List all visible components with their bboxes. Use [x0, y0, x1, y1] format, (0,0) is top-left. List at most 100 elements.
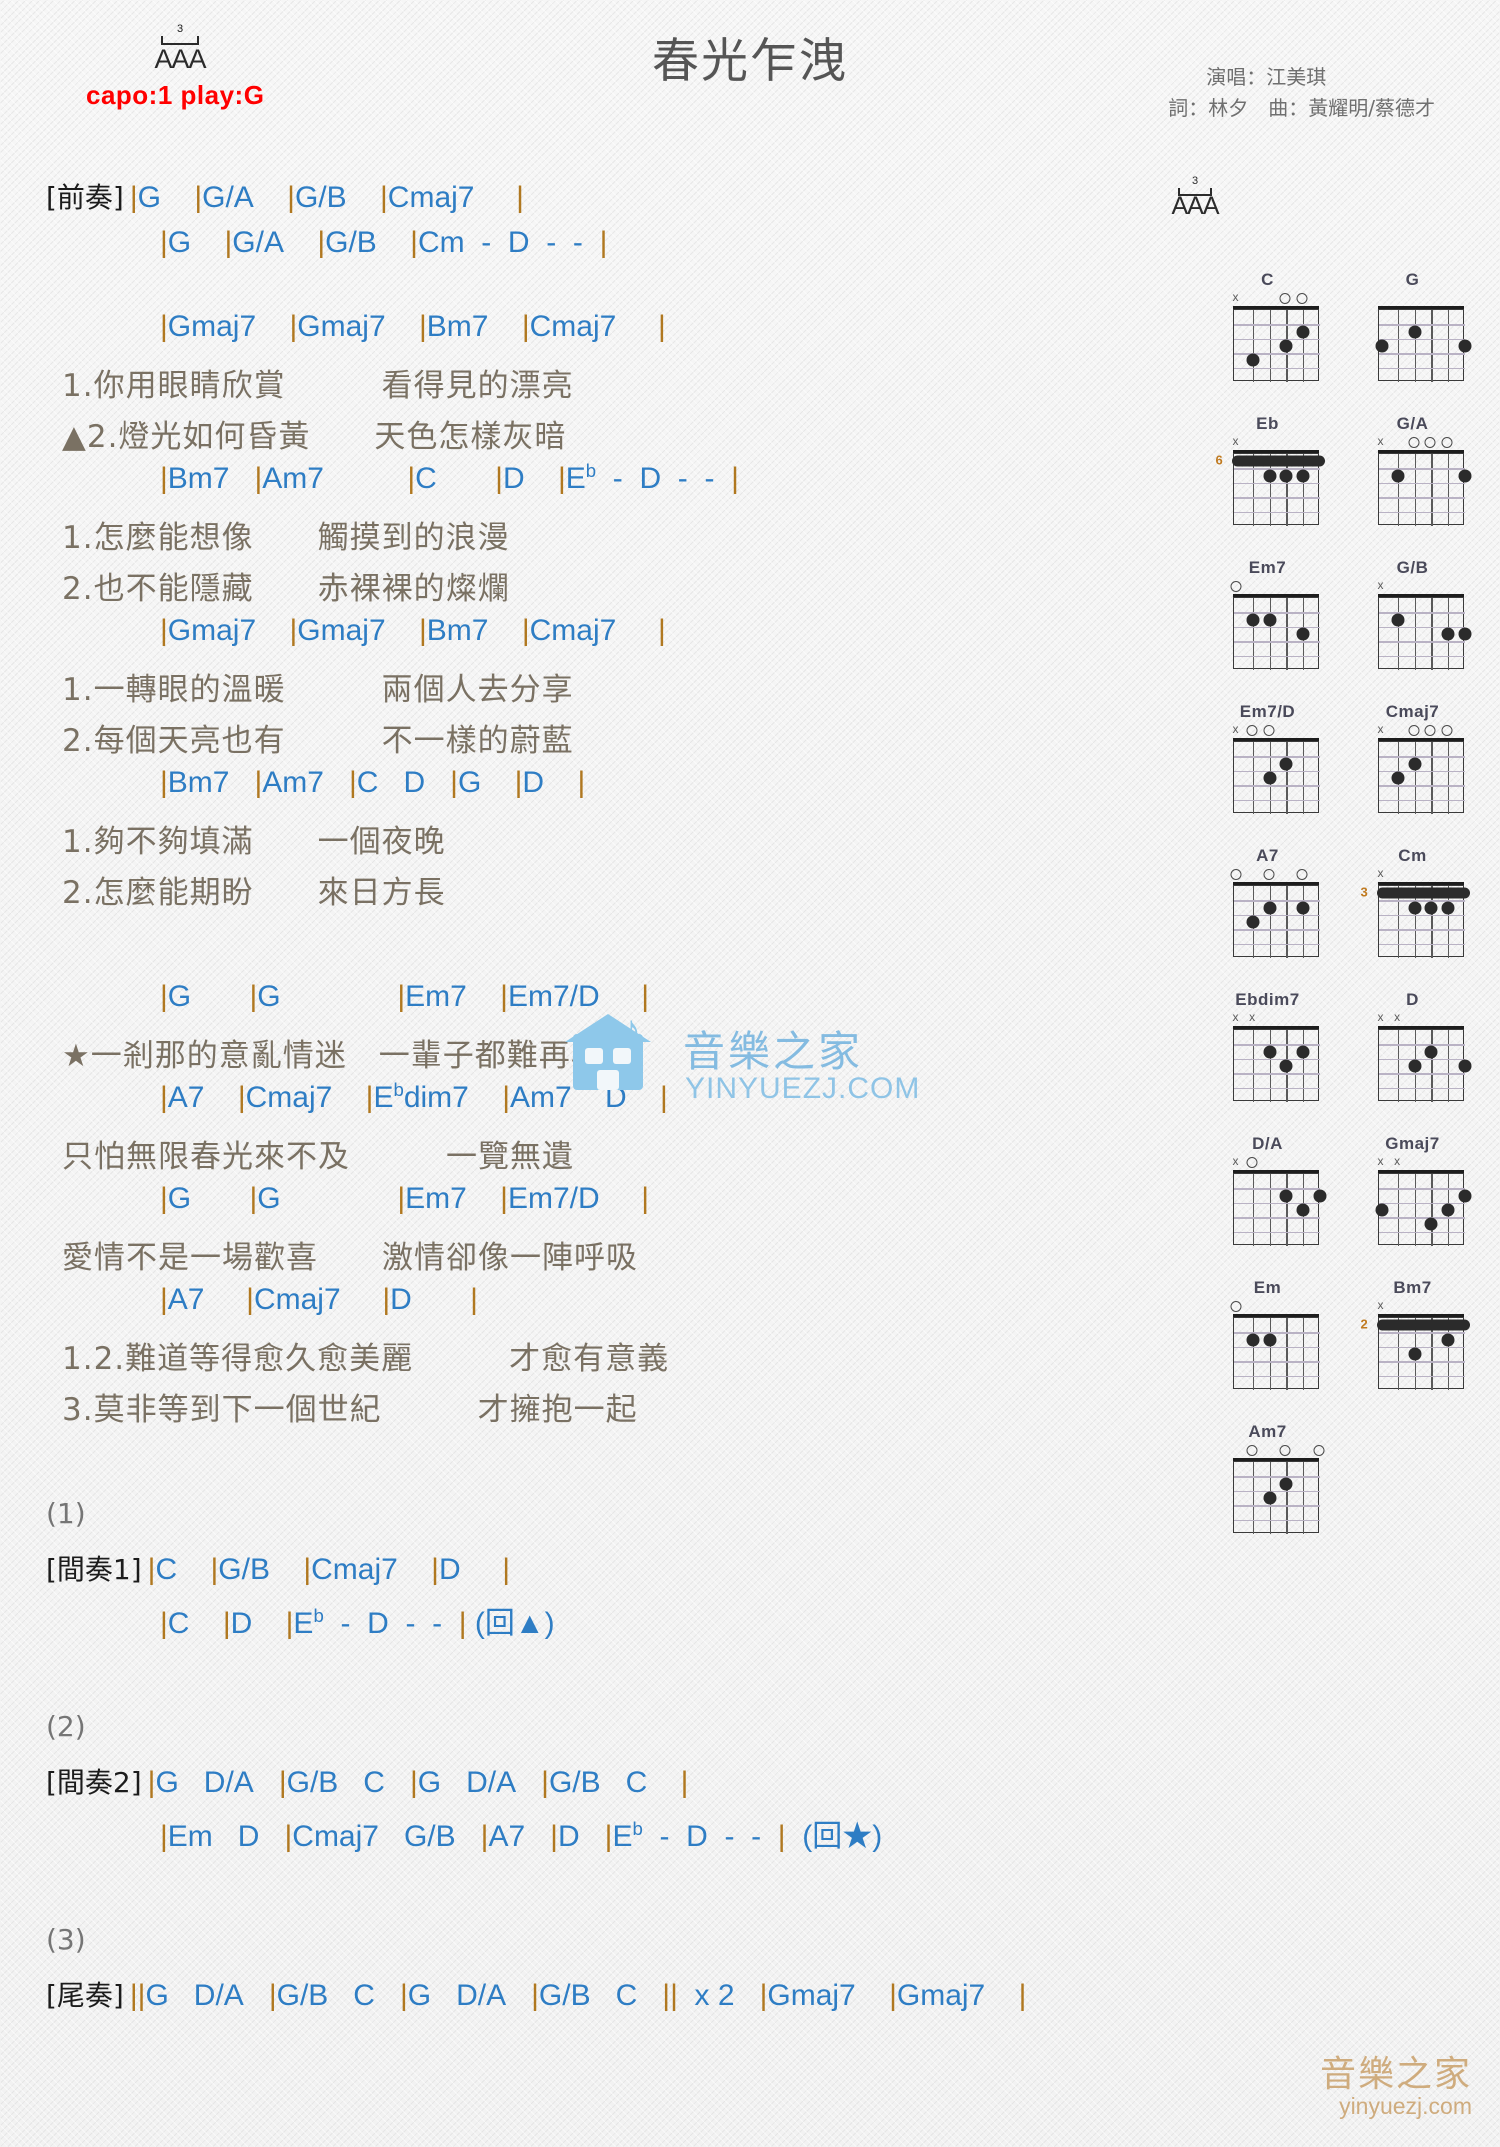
string-line [1414, 598, 1417, 670]
chord-line: |Gmaj7 |Gmaj7 |Bm7 |Cmaj7 | [160, 310, 666, 343]
fret-grid [1232, 741, 1320, 814]
string-line [1253, 310, 1255, 382]
string-markers: x [1378, 435, 1465, 449]
chord-line: |Bm7 |Am7 |C D |G |D | [160, 766, 586, 799]
string-line [1398, 454, 1400, 526]
fret-line [1378, 468, 1465, 470]
string-markers: x [1233, 435, 1320, 449]
fret-line [1233, 1332, 1320, 1334]
chord-diagram: G [1340, 270, 1485, 390]
chord-diagram: Cmaj7 x [1340, 702, 1485, 822]
fretboard: x [1216, 723, 1320, 815]
finger-dot [1391, 771, 1405, 785]
base-fret-number: 2 [1360, 1316, 1368, 1332]
fret-grid [1232, 885, 1320, 958]
string-markers [1230, 1299, 1320, 1313]
chord-diagram-name: Em7/D [1239, 702, 1296, 721]
fret-line [1378, 497, 1465, 499]
fretboard [1216, 1443, 1324, 1535]
open-string-icon [1263, 869, 1275, 880]
fret-line [1378, 943, 1465, 945]
fret-line [1378, 641, 1465, 643]
fret-line [1378, 1044, 1465, 1046]
bracket-shape-2 [1178, 188, 1212, 196]
fretboard: xx [1216, 1011, 1320, 1103]
string-line [1302, 886, 1305, 958]
section-tag: [尾奏] [46, 1979, 124, 2012]
fret-line [1378, 655, 1465, 657]
watermark-bottom-right: 音樂之家 yinyuezj.com [1268, 2039, 1478, 2131]
finger-dot [1296, 901, 1310, 915]
lyric-line: 1.你用眼睛欣賞 看得見的漂亮 [62, 368, 574, 404]
chord-diagram-name: D [1406, 990, 1419, 1009]
fret-line [1233, 1476, 1320, 1478]
finger-dot [1279, 339, 1293, 353]
string-line [1269, 1318, 1272, 1390]
fretboard: x6 [1216, 435, 1325, 527]
chord-diagram: Ebdim7 x x [1195, 990, 1340, 1110]
string-markers [1378, 291, 1465, 305]
string-line [1286, 1462, 1288, 1534]
open-string-icon [1408, 437, 1420, 448]
fret-grid [1377, 741, 1465, 814]
fret-line [1233, 641, 1320, 643]
open-string-icon [1246, 1445, 1258, 1456]
fret-grid [1375, 309, 1471, 382]
lyric-line: 1.2.難道等得愈久愈美麗 才愈有意義 [62, 1341, 670, 1377]
string-line [1253, 1174, 1255, 1246]
string-line [1269, 598, 1272, 670]
fret-line [1378, 1231, 1465, 1233]
lyric-line: ▲2.燈光如何昏黃 天色怎樣灰暗 [62, 419, 567, 455]
open-string-icon [1313, 1445, 1324, 1456]
muted-string-icon: x [1249, 1010, 1256, 1024]
lyric-line: 只怕無限春光來不及 一覽無遺 [62, 1139, 574, 1175]
finger-dot [1246, 1333, 1260, 1347]
finger-dot [1441, 627, 1455, 641]
string-line [1431, 1174, 1433, 1246]
fretboard: x3 [1361, 867, 1470, 959]
fretboard [1216, 579, 1320, 671]
chord-diagram: D/A x [1195, 1134, 1340, 1254]
fret-line [1378, 1058, 1465, 1061]
string-line [1253, 1462, 1255, 1534]
finger-dot [1375, 339, 1388, 353]
string-line [1414, 310, 1417, 382]
open-string-icon [1263, 725, 1275, 736]
string-line [1398, 310, 1400, 382]
fret-line [1378, 612, 1465, 614]
muted-string-icon: x [1232, 722, 1239, 736]
chord-diagram-name: Em7 [1248, 558, 1287, 577]
fret-line [1378, 756, 1465, 758]
fret-line [1233, 497, 1320, 499]
fretboard: x2 [1360, 1299, 1470, 1391]
fret-line [1378, 338, 1465, 341]
section-tag: [前奏] [46, 181, 124, 214]
fret-line [1233, 338, 1320, 341]
string-line [1286, 886, 1288, 958]
string-line [1286, 742, 1288, 814]
fretboard: x [1216, 291, 1320, 383]
fret-line [1233, 943, 1320, 945]
string-markers: xx [1233, 1011, 1320, 1025]
chord-diagram-panel: Cx G Eb x 6 G/A x Em7 G/B x Em7/D x Cmaj7 x A7 Cm x 3 Ebdi… [1195, 270, 1485, 1542]
string-line [1447, 742, 1450, 814]
open-string-icon [1230, 581, 1241, 592]
chord-diagram-name: Cm [1398, 846, 1427, 865]
section-tag: [間奏2] [46, 1766, 142, 1799]
muted-string-icon: x [1232, 434, 1239, 448]
fret-line [1378, 785, 1465, 787]
chord-diagram: Gmaj7 x x [1340, 1134, 1485, 1254]
fret-grid [1376, 1317, 1470, 1390]
finger-dot [1391, 469, 1405, 483]
finger-dot [1296, 627, 1310, 641]
barre-bar [1376, 1319, 1470, 1331]
string-line [1414, 454, 1417, 526]
chord-diagram-name: Eb [1256, 414, 1279, 433]
chord-diagram: G/B x [1340, 558, 1485, 678]
fret-grid [1231, 453, 1325, 526]
triplet-number-2: 3 [1191, 175, 1199, 187]
fretboard: xx [1361, 1155, 1471, 1247]
finger-dot [1263, 1491, 1277, 1505]
open-string-icon [1441, 725, 1453, 736]
chord-diagram: Eb x 6 [1195, 414, 1340, 534]
